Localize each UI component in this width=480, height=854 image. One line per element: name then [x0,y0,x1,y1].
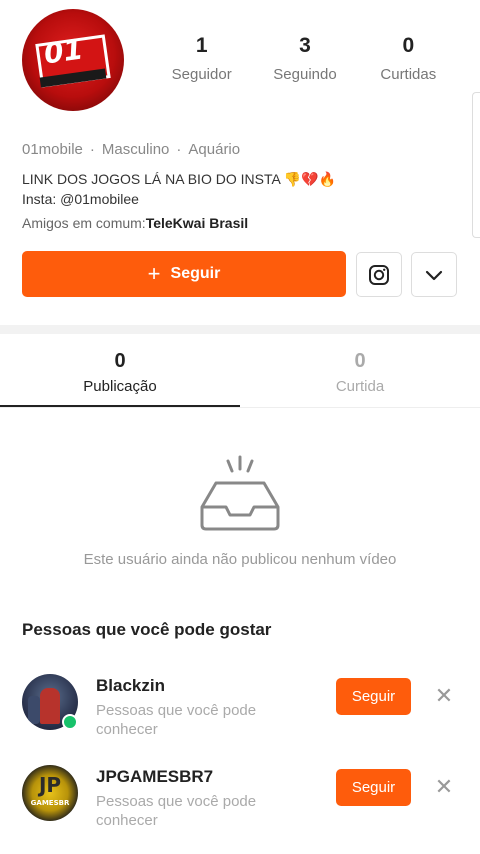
bio-line-2: Insta: @01mobilee [22,191,139,207]
profile-gender: Masculino [101,141,170,158]
suggestions-title: Pessoas que você pode gostar [22,620,272,639]
avatar-figure [28,696,40,724]
follow-button[interactable]: + Seguir [22,251,346,297]
close-icon[interactable]: ✕ [432,775,456,799]
online-status-icon [62,714,78,730]
profile-bio: LINK DOS JOGOS LÁ NA BIO DO INSTA 👎💔🔥 In… [22,170,336,209]
mutual-friend-name[interactable]: TeleKwai Brasil [146,215,248,231]
tab-liked[interactable]: 0 Curtida [240,348,480,395]
tab-liked-count: 0 [354,350,366,372]
stat-following-count: 3 [299,34,311,57]
suggestion-description: Pessoas que você pode conhecer [96,793,257,829]
plus-icon: + [147,261,161,286]
profile-sign: Aquário [188,141,241,158]
tab-publications-label: Publicação [83,378,157,395]
profile-stats: 1 Seguidor 3 Seguindo 0 Curtidas [150,32,460,83]
meta-separator: · [176,141,182,158]
empty-inbox-icon [200,455,280,531]
profile-meta: 01mobile · Masculino · Aquário [22,141,240,158]
stat-following-label: Seguindo [273,66,337,83]
stat-followers[interactable]: 1 Seguidor [150,32,253,83]
avatar-logo-text: JP [38,773,62,797]
bio-line-1: LINK DOS JOGOS LÁ NA BIO DO INSTA [22,171,281,187]
close-icon[interactable]: ✕ [432,684,456,708]
empty-state-text: Este usuário ainda não publicou nenhum v… [83,551,397,568]
follow-button-label: Seguir [170,265,221,282]
avatar-logo-text: 01 [41,32,86,71]
tab-liked-label: Curtida [335,378,385,395]
bio-emojis: 👎💔🔥 [283,172,337,188]
instagram-button[interactable] [356,252,402,297]
stat-followers-label: Seguidor [171,66,232,83]
active-tab-indicator [0,405,240,407]
suggestion-name[interactable]: Blackzin [96,676,165,696]
suggestion-name[interactable]: JPGAMESBR7 [96,767,213,787]
avatar-figure [40,688,60,724]
stat-following[interactable]: 3 Seguindo [253,32,356,83]
suggestion-follow-button[interactable]: Seguir [336,769,411,806]
profile-tabs: 0 Publicação 0 Curtida [0,348,480,395]
stat-likes-label: Curtidas [380,66,437,83]
avatar-logo-subtext: GAMESBR [30,799,70,807]
more-options-button[interactable] [411,252,457,297]
suggestion-follow-button[interactable]: Seguir [336,678,411,715]
suggestion-description: Pessoas que você pode conhecer [96,702,257,738]
tabs-bottom-rule [0,407,480,408]
tab-publications[interactable]: 0 Publicação [0,348,240,395]
tab-publications-count: 0 [114,350,126,372]
stat-likes[interactable]: 0 Curtidas [357,32,460,83]
side-drawer-handle[interactable] [472,92,480,238]
instagram-icon [369,264,389,285]
suggestion-item[interactable]: JP GAMESBR JPGAMESBR7 Pessoas que você p… [0,765,480,845]
mutual-friends: Amigos em comum:TeleKwai Brasil [22,215,248,231]
stat-likes-count: 0 [402,34,415,57]
mutual-friends-label: Amigos em comum: [22,215,146,231]
chevron-down-icon [425,270,443,280]
stat-followers-count: 1 [195,34,208,57]
meta-separator: · [89,141,95,158]
suggestion-item[interactable]: Blackzin Pessoas que você pode conhecer … [0,674,480,754]
section-divider [0,325,480,334]
profile-avatar[interactable]: 01 [22,9,124,111]
profile-username: 01mobile [22,141,83,158]
avatar[interactable]: JP GAMESBR [22,765,78,821]
